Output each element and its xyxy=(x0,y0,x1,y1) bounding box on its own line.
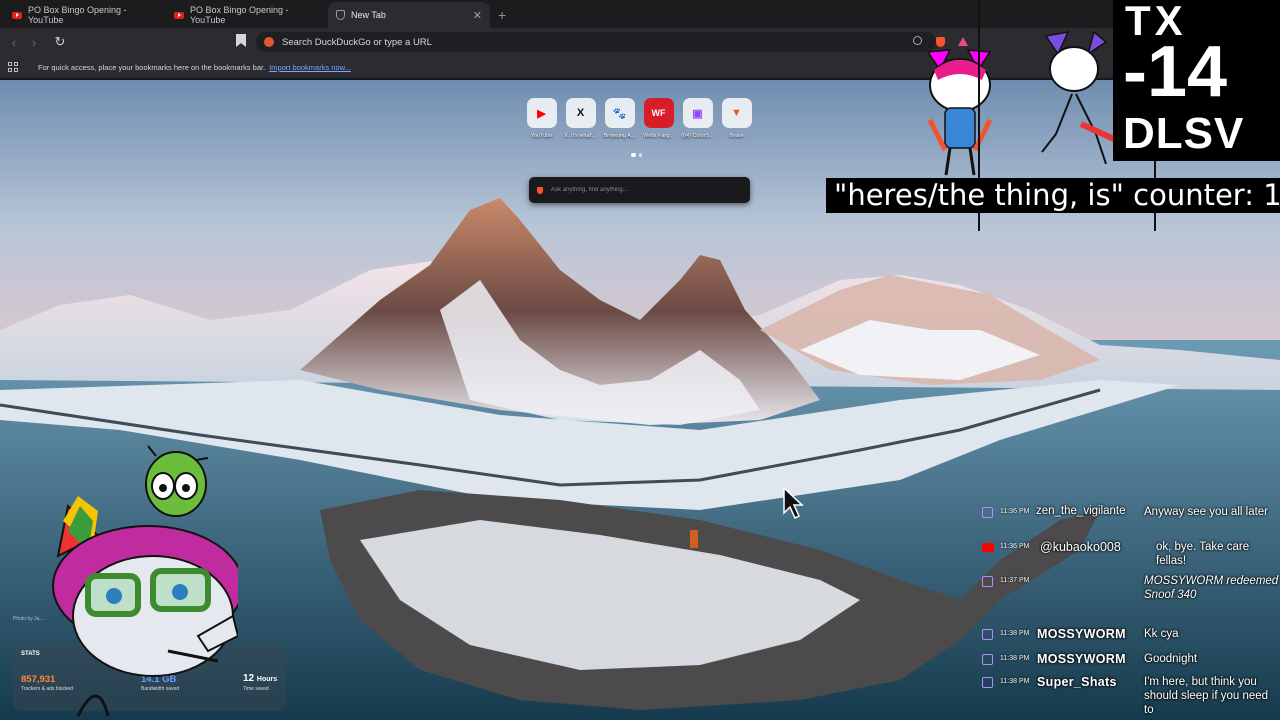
bookmark-icon[interactable] xyxy=(236,34,246,47)
chat-username: zen_the_vigilante xyxy=(1036,505,1126,517)
chat-text: Kk cya xyxy=(1144,628,1179,640)
apps-grid-icon[interactable] xyxy=(8,62,18,72)
twitch-icon xyxy=(982,677,993,688)
youtube-icon: ▶ xyxy=(526,98,557,128)
chat-text: Anyway see you all later xyxy=(1144,506,1269,518)
cat-girl-mascot-image xyxy=(926,49,993,176)
brave-search-icon xyxy=(537,186,543,194)
chat-time: 11:36 PM xyxy=(1000,508,1030,515)
top-site-label: Brave xyxy=(729,133,744,139)
top-site-label: Wells Farg... xyxy=(643,133,674,139)
chat-text: MOSSYWORM redeemed Snoof 340 xyxy=(1144,575,1279,601)
address-placeholder: Search DuckDuckGo or type a URL xyxy=(282,36,432,48)
logo-line-3: DLSV xyxy=(1123,109,1245,158)
time-saved-unit: Hours xyxy=(256,676,278,683)
x-logo-icon: X xyxy=(565,98,596,128)
chat-time: 11:38 PM xyxy=(1000,655,1030,662)
twitch-icon: ▣ xyxy=(682,98,713,128)
tab-new-tab[interactable]: New Tab ✕ xyxy=(328,2,490,28)
top-sites: ▶ YouTube X X. It's what'... 🐾 Browsing … xyxy=(526,98,752,139)
top-site-label: (64) ColorS... xyxy=(681,133,714,139)
chat-username: MOSSYWORM xyxy=(1037,652,1126,666)
top-site-wells-fargo[interactable]: WF Wells Farg... xyxy=(643,98,674,139)
chat-time: 11:38 PM xyxy=(1000,678,1030,685)
mouse-cursor-icon xyxy=(783,487,804,519)
import-bookmarks-link[interactable]: Import bookmarks now... xyxy=(269,63,351,72)
youtube-icon xyxy=(174,11,184,19)
twitch-icon xyxy=(982,507,993,518)
ask-search-input[interactable] xyxy=(551,187,731,193)
paw-icon: 🐾 xyxy=(604,98,635,128)
new-tab-button[interactable]: + xyxy=(490,2,514,28)
chat-time: 11:36 PM xyxy=(1000,543,1030,550)
brave-shield-icon xyxy=(336,10,345,20)
top-site-x[interactable]: X X. It's what'... xyxy=(564,98,597,139)
top-site-youtube[interactable]: ▶ YouTube xyxy=(526,98,557,139)
top-site-twitch[interactable]: ▣ (64) ColorS... xyxy=(681,98,714,139)
chat-text: ok, bye. Take care fellas! xyxy=(1156,541,1250,567)
top-site-label: YouTube xyxy=(530,133,553,139)
forward-arrow-icon[interactable]: › xyxy=(24,35,44,50)
back-arrow-icon[interactable]: ‹ xyxy=(4,35,24,50)
youtube-icon xyxy=(12,11,22,19)
top-site-browsing[interactable]: 🐾 Browsing A... xyxy=(603,98,636,139)
chat-username: MOSSYWORM xyxy=(1037,627,1126,641)
logo-line-2: -14 xyxy=(1123,32,1228,112)
chat-username: Super_Shats xyxy=(1037,675,1117,689)
tab-title: PO Box Bingo Opening - YouTube xyxy=(28,5,127,25)
close-tab-icon[interactable]: ✕ xyxy=(473,9,482,22)
chat-text: Goodnight xyxy=(1144,653,1198,665)
top-site-brave[interactable]: ▼ Brave xyxy=(721,98,752,139)
tab-youtube-1[interactable]: PO Box Bingo Opening - YouTube xyxy=(4,2,166,28)
phrase-counter: "heres/the thing, is" counter: 122 xyxy=(826,178,1280,213)
tab-youtube-2[interactable]: PO Box Bingo Opening - YouTube xyxy=(166,2,328,28)
twitch-icon xyxy=(982,629,993,640)
top-site-label: X. It's what'... xyxy=(564,133,597,139)
chat-time: 11:38 PM xyxy=(1000,630,1030,637)
top-sites-pager[interactable] xyxy=(631,153,642,157)
bookmarks-bar-message: For quick access, place your bookmarks h… xyxy=(38,62,266,72)
youtube-icon xyxy=(982,543,994,552)
time-saved-number: 12 xyxy=(243,673,255,684)
time-saved-label: Time saved xyxy=(243,686,269,692)
top-site-label: Browsing A... xyxy=(603,133,636,139)
duckduckgo-icon xyxy=(264,37,274,47)
twitch-icon xyxy=(982,576,993,587)
tab-title: PO Box Bingo Opening - YouTube xyxy=(190,5,289,25)
time-saved-value: 12 Hours xyxy=(243,673,277,684)
wolf-mascot-image xyxy=(52,445,238,717)
ask-search-box[interactable] xyxy=(529,177,750,203)
chat-time: 11:37 PM xyxy=(1000,577,1030,584)
dog-mascot-image xyxy=(1041,30,1116,164)
reload-icon[interactable]: ↻ xyxy=(50,34,70,50)
tab-title: New Tab xyxy=(351,10,386,20)
wells-fargo-icon: WF xyxy=(643,98,674,128)
screen: PO Box Bingo Opening - YouTube PO Box Bi… xyxy=(0,0,1280,720)
address-bar[interactable]: Search DuckDuckGo or type a URL xyxy=(256,32,936,52)
stats-title: STATS xyxy=(21,651,40,657)
chat-username: @kubaoko008 xyxy=(1040,540,1121,554)
twitch-icon xyxy=(982,654,993,665)
channel-logo: TX -14 DLSV xyxy=(1113,0,1280,161)
stream-chat: 11:36 PM zen_the_vigilante Anyway see yo… xyxy=(978,485,1280,720)
brave-lion-icon: ▼ xyxy=(721,98,752,128)
chat-text: I'm here, but think you should sleep if … xyxy=(1144,676,1269,716)
